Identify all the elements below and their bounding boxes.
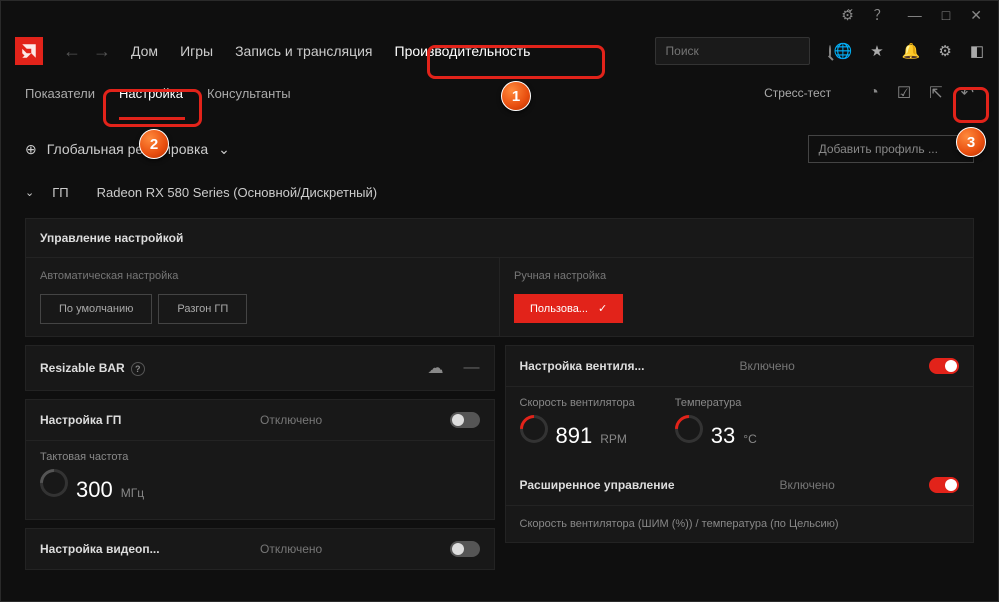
fan-tuning-label: Настройка вентиля... <box>520 359 740 373</box>
fan-speed-label: Скорость вентилятора <box>520 397 635 409</box>
add-profile-label: Добавить профиль ... <box>819 142 938 156</box>
clock-gauge-icon <box>34 463 74 503</box>
annotation-badge-3: 3 <box>956 127 986 157</box>
preset-custom-label: Пользова... <box>530 303 588 315</box>
tab-metrics[interactable]: Показатели <box>25 78 95 109</box>
nav-streaming[interactable]: Запись и трансляция <box>235 43 372 59</box>
annotation-badge-1: 1 <box>501 81 531 111</box>
preset-custom-button[interactable]: Пользова... ✓ <box>514 294 623 323</box>
nav-performance[interactable]: Производительность <box>395 43 531 59</box>
gpu-tuning-toggle[interactable] <box>450 412 480 428</box>
tuning-underline <box>119 117 185 120</box>
maximize-icon[interactable]: □ <box>942 7 950 23</box>
clock-label: Тактовая частота <box>40 451 144 463</box>
fan-speed-unit: RPM <box>600 432 627 446</box>
gpu-tuning-label: Настройка ГП <box>40 413 260 427</box>
gpu-name: Radeon RX 580 Series (Основной/Дискретны… <box>97 185 377 200</box>
amd-logo[interactable] <box>15 37 43 65</box>
preset-overclock-button[interactable]: Разгон ГП <box>158 294 247 324</box>
bell-icon[interactable]: 🔔 <box>902 42 921 60</box>
chevron-down-icon[interactable]: ⌄ <box>218 141 230 158</box>
tab-advisors[interactable]: Консультанты <box>207 78 291 109</box>
panel-icon[interactable]: ◧ <box>970 42 984 60</box>
fan-gauge-icon <box>514 409 554 449</box>
gpu-tuning-state: Отключено <box>260 413 450 427</box>
stress-test-label: Стресс-тест <box>764 86 831 100</box>
nav-games[interactable]: Игры <box>180 43 213 59</box>
search-input[interactable] <box>666 44 821 58</box>
tab-tuning[interactable]: Настройка <box>119 78 183 109</box>
rebar-label: Resizable BAR? <box>40 361 260 376</box>
rebar-value: — <box>464 359 480 377</box>
main-nav: ← → Дом Игры Запись и трансляция Произво… <box>1 29 998 73</box>
reset-icon[interactable]: ↶ <box>961 83 974 103</box>
global-tuning-label[interactable]: Глобальная регулировка <box>47 141 208 157</box>
nav-home[interactable]: Дом <box>131 43 158 59</box>
temp-value: 33 <box>711 423 735 449</box>
fan-speed-value: 891 <box>556 423 593 449</box>
temp-gauge-icon <box>669 409 709 449</box>
add-profile-button[interactable]: Добавить профиль ... + <box>808 135 974 163</box>
sub-tabs: Показатели Настройка Консультанты Стресс… <box>1 73 998 113</box>
temp-label: Температура <box>675 397 757 409</box>
tuning-control-panel: Управление настройкой Автоматическая нас… <box>25 218 974 337</box>
video-tuning-label: Настройка видеоп... <box>40 542 260 556</box>
export-icon[interactable]: ⇱ <box>929 83 942 103</box>
apply-icon[interactable]: ☑ <box>897 83 911 103</box>
nav-forward-icon[interactable]: → <box>93 41 111 62</box>
tuning-header: Управление настройкой <box>26 219 973 257</box>
minimize-icon[interactable]: ― <box>908 7 922 23</box>
web-icon[interactable]: 🌐 <box>834 42 853 60</box>
manual-tuning-label: Ручная настройка <box>514 270 959 282</box>
search-icon[interactable] <box>829 45 831 58</box>
pwm-curve-label: Скорость вентилятора (ШИМ (%)) / темпера… <box>520 518 960 530</box>
advanced-control-state: Включено <box>780 478 930 492</box>
fan-tuning-toggle[interactable] <box>929 358 959 374</box>
auto-tuning-label: Автоматическая настройка <box>40 270 485 282</box>
clock-value: 300 <box>76 477 113 503</box>
fan-tuning-state: Включено <box>740 359 930 373</box>
brain-icon: ☁ <box>428 358 444 378</box>
gear-icon[interactable]: ⚙ <box>938 42 951 60</box>
globe-icon: ⊕ <box>25 141 37 158</box>
check-icon: ✓ <box>598 302 607 315</box>
video-tuning-toggle[interactable] <box>450 541 480 557</box>
info-icon[interactable]: ? <box>131 362 145 376</box>
window-titlebar: ⚙̆ ？ ― □ ✕ <box>1 1 998 29</box>
video-tuning-state: Отключено <box>260 542 450 556</box>
clock-unit: МГц <box>121 486 144 500</box>
preset-default-button[interactable]: По умолчанию <box>40 294 152 324</box>
bug-icon[interactable]: ⚙̆ <box>841 7 854 24</box>
advanced-control-toggle[interactable] <box>929 477 959 493</box>
nav-back-icon[interactable]: ← <box>63 41 81 62</box>
close-icon[interactable]: ✕ <box>970 7 982 24</box>
gpu-chevron-icon[interactable]: ⌄ <box>25 186 34 199</box>
gpu-short-label: ГП <box>52 185 68 200</box>
help-icon[interactable]: ？ <box>874 5 888 25</box>
advanced-control-label: Расширенное управление <box>520 478 780 492</box>
annotation-badge-2: 2 <box>139 129 169 159</box>
gauge-icon[interactable]: ◔ <box>869 84 879 102</box>
search-box[interactable] <box>655 37 810 65</box>
star-icon[interactable]: ★ <box>870 42 883 60</box>
temp-unit: °C <box>743 432 756 446</box>
